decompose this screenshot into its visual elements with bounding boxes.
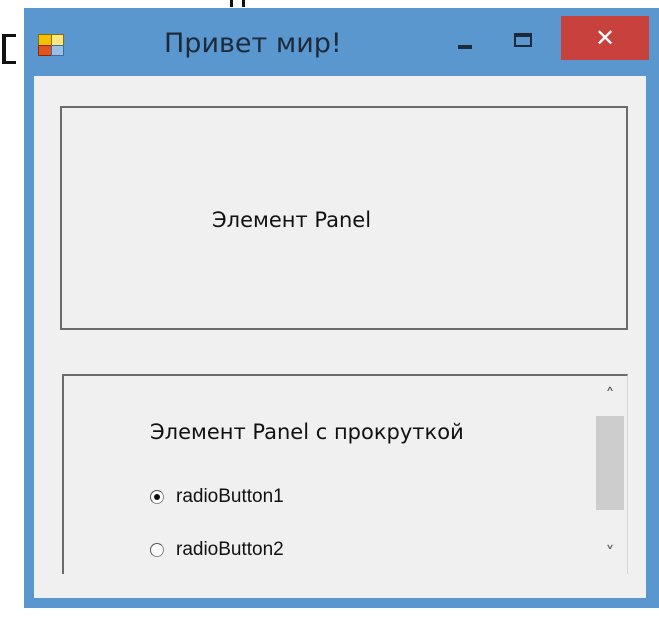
title-bar[interactable]: Привет мир! ✕	[24, 8, 659, 76]
radio-icon[interactable]	[150, 490, 164, 504]
radio-label-2: radioButton2	[176, 539, 284, 560]
scroll-thumb[interactable]	[596, 416, 624, 510]
window-title: Привет мир!	[164, 28, 342, 59]
maximize-icon	[514, 33, 532, 47]
vertical-scrollbar[interactable]: ˄ ˅	[593, 376, 627, 574]
scroll-panel[interactable]: Элемент Panel с прокруткой radioButton1 …	[62, 374, 628, 574]
minimize-button[interactable]	[444, 26, 488, 58]
client-area: Элемент Panel Элемент Panel с прокруткой…	[34, 76, 646, 598]
radio-icon[interactable]	[150, 543, 164, 557]
app-window: Привет мир! ✕ Элемент Panel Элемент Pane…	[24, 8, 659, 608]
app-icon[interactable]	[38, 34, 64, 56]
scroll-panel-label: Элемент Panel с прокруткой	[150, 420, 464, 444]
background-fragment	[0, 0, 24, 68]
background-fragment-top	[230, 0, 260, 8]
chevron-up-icon[interactable]: ˄	[593, 376, 627, 412]
close-button[interactable]: ✕	[561, 16, 649, 60]
chevron-down-icon[interactable]: ˅	[593, 536, 627, 572]
maximize-button[interactable]	[502, 26, 546, 58]
panel-label: Элемент Panel	[212, 208, 372, 232]
close-icon: ✕	[594, 24, 616, 52]
radio-label-1: radioButton1	[176, 486, 284, 507]
minimize-icon	[458, 45, 472, 49]
bracket-glyph	[2, 34, 16, 64]
radio-checked-dot	[154, 494, 160, 500]
panel: Элемент Panel	[60, 106, 628, 330]
